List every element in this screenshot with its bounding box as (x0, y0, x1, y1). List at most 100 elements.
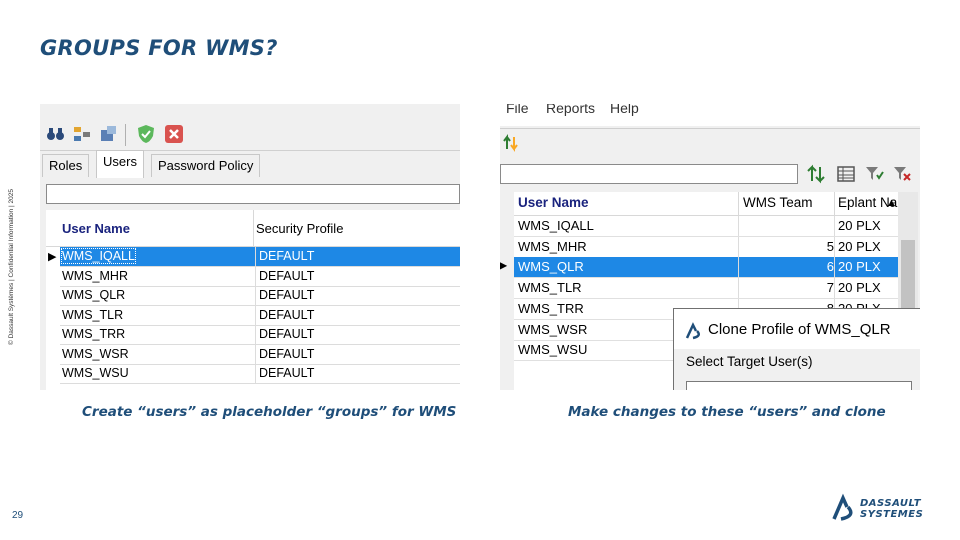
cell-divider (834, 216, 835, 236)
user-name-cell: WMS_QLR (518, 259, 584, 275)
cell-divider (738, 216, 739, 236)
menu-bar: File Reports Help (500, 104, 920, 126)
clone-app-icon (684, 322, 704, 342)
search-input[interactable] (500, 164, 798, 184)
user-name-cell: WMS_IQALL (518, 218, 594, 233)
column-header-user-name[interactable]: User Name (62, 221, 130, 236)
security-profile-cell: DEFAULT (259, 307, 315, 322)
dassault-logo: DASSAULT SYSTEMES (830, 493, 940, 523)
column-divider (738, 192, 739, 215)
user-name-cell: WMS_WSR (62, 346, 129, 361)
current-row-pointer-icon: ▶ (48, 251, 57, 263)
user-name-cell: WMS_TLR (518, 280, 582, 296)
column-divider (834, 192, 835, 215)
user-name-cell: WMS_IQALL (61, 248, 136, 264)
filter-input[interactable] (46, 184, 460, 204)
user-name-cell: WMS_WSR (518, 321, 588, 337)
column-divider (253, 210, 254, 246)
table-row[interactable]: WMS_WSU DEFAULT (60, 364, 460, 384)
eplant-cell: 20 PLX (838, 238, 881, 254)
eplant-cell: 20 PLX (838, 280, 881, 296)
target-users-input[interactable] (686, 381, 912, 390)
cell-divider (738, 257, 739, 278)
security-profile-cell: DEFAULT (259, 268, 315, 283)
select-target-label: Select Target User(s) (686, 354, 813, 369)
caption-right: Make changes to these “users” and clone (568, 404, 886, 420)
wms-team-cell: 5 (826, 238, 834, 254)
table-icon[interactable] (836, 164, 856, 184)
sort-users-icon[interactable] (502, 133, 522, 153)
security-profile-cell: DEFAULT (259, 249, 315, 263)
cell-divider (834, 236, 835, 257)
user-name-cell: WMS_TLR (62, 307, 124, 322)
right-toolbar (500, 128, 920, 159)
cell-divider (738, 236, 739, 257)
table-row[interactable]: WMS_IQALL 20 PLX (514, 216, 898, 237)
table-row[interactable]: WMS_MHR 5 20 PLX (514, 236, 898, 258)
export-icon[interactable] (98, 124, 118, 144)
brand-line-1: DASSAULT (860, 498, 922, 509)
table-row[interactable]: WMS_MHR DEFAULT (60, 266, 460, 287)
caption-left: Create “users” as placeholder “groups” f… (82, 404, 457, 420)
cell-divider (738, 278, 739, 299)
column-header-user-name[interactable]: User Name (518, 195, 589, 210)
grid-icon[interactable] (72, 124, 92, 144)
cell-divider (834, 278, 835, 299)
table-row[interactable]: WMS_WSR DEFAULT (60, 344, 460, 365)
user-name-cell: WMS_WSU (518, 342, 588, 358)
clear-filter-icon[interactable] (892, 164, 912, 184)
table-row[interactable]: WMS_TRR DEFAULT (60, 325, 460, 345)
column-header-wms-team[interactable]: WMS Team (743, 195, 813, 210)
right-screenshot: File Reports Help User Name WMS Team Epl… (500, 104, 920, 390)
ds-logo-icon (832, 493, 853, 521)
security-profile-cell: DEFAULT (259, 288, 315, 302)
security-profile-cell: DEFAULT (259, 346, 315, 361)
clone-profile-dialog: Clone Profile of WMS_QLR Select Target U… (673, 308, 920, 390)
eplant-cell: 20 PLX (838, 218, 881, 233)
menu-help[interactable]: Help (610, 104, 639, 116)
cell-divider (255, 305, 256, 325)
wms-team-cell: 6 (826, 259, 834, 275)
cell-divider (255, 364, 256, 383)
sort-ascending-icon: ▲ (886, 197, 897, 209)
table-row[interactable]: WMS_QLR DEFAULT (60, 286, 460, 306)
table-row[interactable]: WMS_QLR 6 20 PLX (514, 257, 898, 279)
current-row-pointer-icon: ▶ (500, 258, 508, 272)
user-name-cell: WMS_WSU (62, 366, 129, 380)
wms-team-cell: 7 (826, 280, 834, 296)
sort-arrows-icon[interactable] (806, 164, 826, 184)
tab-roles[interactable]: Roles (42, 154, 90, 177)
tab-password-policy[interactable]: Password Policy (151, 154, 261, 177)
binoculars-icon[interactable] (46, 124, 66, 144)
cell-divider (255, 286, 256, 305)
approve-shield-icon[interactable] (136, 124, 156, 144)
tab-strip: Roles Users Password Policy (40, 150, 460, 178)
table-row[interactable]: WMS_TLR 7 20 PLX (514, 278, 898, 300)
grid-header: User Name Security Profile (46, 210, 460, 247)
column-header-security-profile[interactable]: Security Profile (256, 221, 343, 236)
menu-file[interactable]: File (506, 104, 529, 116)
grid-header: User Name WMS Team Eplant Na ▲ (514, 192, 898, 216)
user-name-cell: WMS_QLR (62, 288, 126, 302)
users-grid: User Name Security Profile ▶ WMS_IQALL DE… (46, 210, 460, 390)
dialog-title: Clone Profile of WMS_QLR (708, 321, 891, 338)
toolbar-divider (125, 124, 126, 146)
user-name-cell: WMS_TRR (518, 300, 584, 316)
security-profile-cell: DEFAULT (259, 366, 315, 380)
security-profile-cell: DEFAULT (259, 327, 315, 341)
page-number: 29 (12, 510, 24, 521)
table-row[interactable]: WMS_TLR DEFAULT (60, 305, 460, 326)
delete-icon[interactable] (164, 124, 184, 144)
brand-line-2: SYSTEMES (860, 509, 924, 520)
tab-users[interactable]: Users (96, 150, 144, 178)
dialog-body: Select Target User(s) (674, 349, 920, 390)
slide-title: GROUPS FOR WMS? (40, 36, 278, 60)
eplant-cell: 20 PLX (838, 259, 881, 275)
cell-divider (255, 247, 256, 266)
menu-reports[interactable]: Reports (546, 104, 595, 116)
side-note: © Dassault Systèmes | Confidential Infor… (8, 189, 15, 345)
table-row[interactable]: WMS_IQALL DEFAULT (60, 247, 460, 267)
filter-icon[interactable] (864, 164, 884, 184)
user-name-cell: WMS_MHR (518, 238, 587, 254)
left-toolbar (40, 118, 460, 151)
